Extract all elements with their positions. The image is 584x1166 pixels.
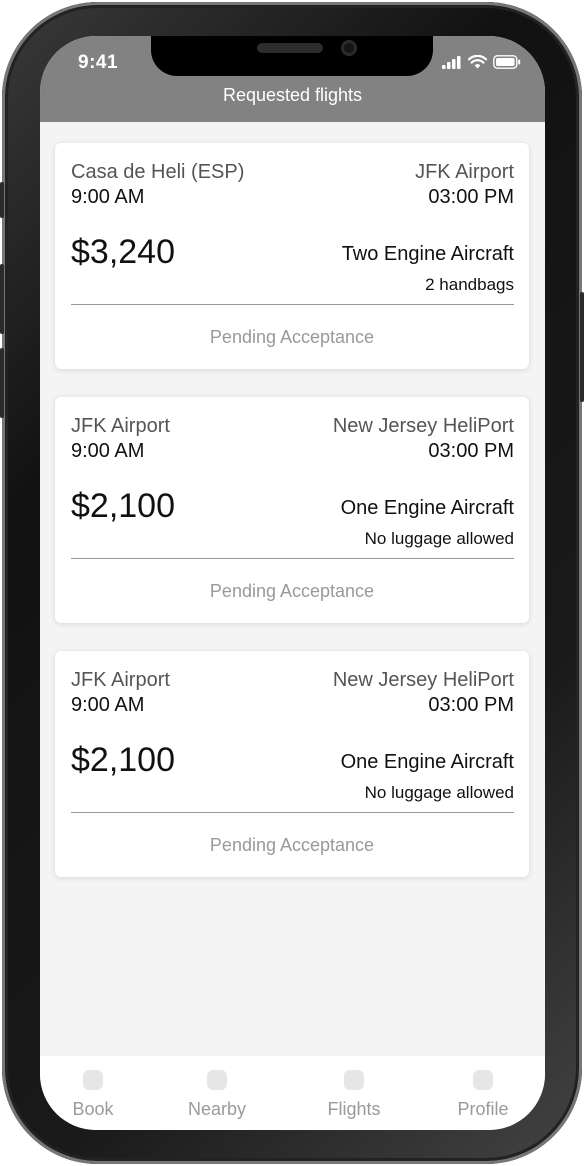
origin-name: JFK Airport	[71, 415, 170, 437]
tab-profile[interactable]: Profile	[433, 1070, 533, 1120]
status-label: Pending Acceptance	[209, 327, 375, 347]
card-divider	[71, 304, 514, 305]
flight-card[interactable]: Casa de Heli (ESP) JFK Airport 9:00 AM 0…	[55, 143, 529, 369]
luggage-info: No luggage allowed	[364, 783, 514, 802]
destination-name: New Jersey HeliPort	[332, 669, 514, 691]
tab-label: Nearby	[187, 1099, 247, 1119]
notch	[151, 36, 433, 76]
mute-switch	[0, 182, 4, 218]
tab-flights[interactable]: Flights	[304, 1070, 404, 1120]
card-divider	[71, 558, 514, 559]
origin-name: Casa de Heli (ESP)	[71, 161, 245, 183]
profile-icon	[473, 1070, 493, 1090]
tab-label: Book	[72, 1099, 114, 1119]
phone-screen: 9:41 Requested flights Casa de Heli (ESP…	[40, 36, 545, 1130]
wifi-icon	[468, 55, 487, 69]
status-label: Pending Acceptance	[209, 835, 375, 855]
departure-time: 9:00 AM	[71, 186, 145, 208]
power-button	[580, 292, 584, 402]
book-icon	[83, 1070, 103, 1090]
aircraft-type: Two Engine Aircraft	[341, 243, 514, 265]
departure-time: 9:00 AM	[71, 694, 145, 716]
flight-card[interactable]: JFK Airport New Jersey HeliPort 9:00 AM …	[55, 397, 529, 623]
battery-icon	[493, 55, 521, 69]
tab-label: Profile	[457, 1099, 509, 1119]
arrival-time: 03:00 PM	[428, 186, 514, 208]
aircraft-type: One Engine Aircraft	[340, 751, 514, 773]
flight-price: $2,100	[71, 487, 175, 525]
flights-icon	[344, 1070, 364, 1090]
flight-price: $2,100	[71, 741, 175, 779]
origin-name: JFK Airport	[71, 669, 170, 691]
front-camera	[341, 40, 357, 56]
app-header: 9:41 Requested flights	[40, 36, 545, 122]
cellular-signal-icon	[442, 55, 461, 69]
nearby-icon	[207, 1070, 227, 1090]
tab-nearby[interactable]: Nearby	[167, 1070, 267, 1120]
destination-name: JFK Airport	[415, 161, 514, 183]
volume-up-button	[0, 264, 4, 334]
speaker-grille	[257, 43, 323, 53]
luggage-info: No luggage allowed	[364, 529, 514, 548]
arrival-time: 03:00 PM	[428, 440, 514, 462]
aircraft-type: One Engine Aircraft	[340, 497, 514, 519]
tab-book[interactable]: Book	[43, 1070, 143, 1120]
tab-label: Flights	[327, 1099, 381, 1119]
destination-name: New Jersey HeliPort	[332, 415, 514, 437]
card-divider	[71, 812, 514, 813]
flight-price: $3,240	[71, 233, 175, 271]
page-title: Requested flights	[222, 85, 363, 105]
arrival-time: 03:00 PM	[428, 694, 514, 716]
status-label: Pending Acceptance	[209, 581, 375, 601]
status-bar-time: 9:41	[78, 52, 119, 73]
departure-time: 9:00 AM	[71, 440, 145, 462]
flight-card[interactable]: JFK Airport New Jersey HeliPort 9:00 AM …	[55, 651, 529, 877]
tab-bar: Book Nearby Flights Profile	[40, 1056, 545, 1130]
luggage-info: 2 handbags	[425, 275, 514, 294]
status-icons	[442, 55, 521, 69]
volume-down-button	[0, 348, 4, 418]
